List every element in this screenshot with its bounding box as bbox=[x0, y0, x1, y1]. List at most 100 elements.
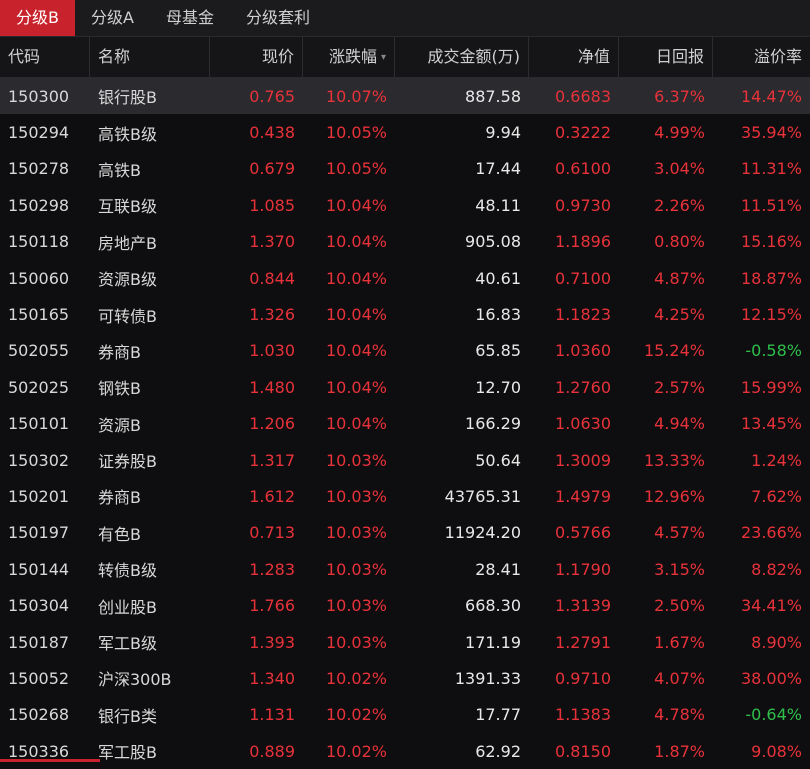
cell-name: 券商B bbox=[90, 339, 210, 363]
cell-code: 150294 bbox=[0, 123, 90, 142]
cell-nav: 1.1896 bbox=[529, 232, 619, 251]
cell-premium: 15.16% bbox=[713, 232, 810, 251]
table-row[interactable]: 502025钢铁B1.48010.04%12.701.27602.57%15.9… bbox=[0, 369, 810, 405]
col-header-turnover[interactable]: 成交金额(万) bbox=[395, 37, 529, 77]
table-row[interactable]: 502055券商B1.03010.04%65.851.036015.24%-0.… bbox=[0, 333, 810, 369]
cell-daily-return: 0.80% bbox=[619, 232, 713, 251]
cell-price: 1.326 bbox=[210, 305, 303, 324]
cell-change-pct: 10.04% bbox=[303, 196, 395, 215]
cell-daily-return: 1.67% bbox=[619, 633, 713, 652]
table-row[interactable]: 150298互联B级1.08510.04%48.110.97302.26%11.… bbox=[0, 187, 810, 223]
tab-mother-fund[interactable]: 母基金 bbox=[150, 0, 230, 36]
tab-fenji-arbitrage[interactable]: 分级套利 bbox=[230, 0, 326, 36]
cell-name: 互联B级 bbox=[90, 193, 210, 217]
cell-turnover: 905.08 bbox=[395, 232, 529, 251]
cell-code: 150165 bbox=[0, 305, 90, 324]
cell-change-pct: 10.02% bbox=[303, 742, 395, 761]
table-row[interactable]: 150101资源B1.20610.04%166.291.06304.94%13.… bbox=[0, 406, 810, 442]
table-row[interactable]: 150144转债B级1.28310.03%28.411.17903.15%8.8… bbox=[0, 551, 810, 587]
cell-code: 150101 bbox=[0, 414, 90, 433]
cell-nav: 1.2760 bbox=[529, 378, 619, 397]
table-row[interactable]: 150304创业股B1.76610.03%668.301.31392.50%34… bbox=[0, 587, 810, 623]
cell-code: 150197 bbox=[0, 523, 90, 542]
cell-daily-return: 4.25% bbox=[619, 305, 713, 324]
col-header-name[interactable]: 名称 bbox=[90, 37, 210, 77]
cell-premium: 13.45% bbox=[713, 414, 810, 433]
cell-name: 转债B级 bbox=[90, 557, 210, 581]
table-row[interactable]: 150201券商B1.61210.03%43765.311.497912.96%… bbox=[0, 478, 810, 514]
cell-code: 502055 bbox=[0, 341, 90, 360]
cell-price: 1.030 bbox=[210, 341, 303, 360]
cell-name: 钢铁B bbox=[90, 375, 210, 399]
table-row[interactable]: 150052沪深300B1.34010.02%1391.330.97104.07… bbox=[0, 660, 810, 696]
cell-price: 1.206 bbox=[210, 414, 303, 433]
cell-change-pct: 10.03% bbox=[303, 596, 395, 615]
table-row[interactable]: 150118房地产B1.37010.04%905.081.18960.80%15… bbox=[0, 224, 810, 260]
cell-change-pct: 10.04% bbox=[303, 269, 395, 288]
cell-name: 高铁B级 bbox=[90, 121, 210, 145]
cell-turnover: 887.58 bbox=[395, 87, 529, 106]
cell-daily-return: 4.87% bbox=[619, 269, 713, 288]
cell-code: 150302 bbox=[0, 451, 90, 470]
cell-turnover: 43765.31 bbox=[395, 487, 529, 506]
cell-premium: 15.99% bbox=[713, 378, 810, 397]
col-header-premium[interactable]: 溢价率 bbox=[713, 37, 810, 77]
cell-change-pct: 10.04% bbox=[303, 341, 395, 360]
cell-name: 可转债B bbox=[90, 303, 210, 327]
cell-nav: 0.6683 bbox=[529, 87, 619, 106]
cell-turnover: 9.94 bbox=[395, 123, 529, 142]
cell-change-pct: 10.03% bbox=[303, 451, 395, 470]
cell-price: 1.393 bbox=[210, 633, 303, 652]
cell-code: 150144 bbox=[0, 560, 90, 579]
col-header-daily-return[interactable]: 日回报 bbox=[619, 37, 713, 77]
cell-premium: 18.87% bbox=[713, 269, 810, 288]
cell-code: 150201 bbox=[0, 487, 90, 506]
cell-price: 0.765 bbox=[210, 87, 303, 106]
cell-nav: 0.3222 bbox=[529, 123, 619, 142]
table-row[interactable]: 150302证券股B1.31710.03%50.641.300913.33%1.… bbox=[0, 442, 810, 478]
table-row[interactable]: 150060资源B级0.84410.04%40.610.71004.87%18.… bbox=[0, 260, 810, 296]
cell-turnover: 40.61 bbox=[395, 269, 529, 288]
cell-nav: 1.4979 bbox=[529, 487, 619, 506]
col-header-code[interactable]: 代码 bbox=[0, 37, 90, 77]
cell-change-pct: 10.07% bbox=[303, 87, 395, 106]
cell-turnover: 17.44 bbox=[395, 159, 529, 178]
cell-nav: 0.9710 bbox=[529, 669, 619, 688]
table-row[interactable]: 150278高铁B0.67910.05%17.440.61003.04%11.3… bbox=[0, 151, 810, 187]
cell-daily-return: 4.94% bbox=[619, 414, 713, 433]
cell-nav: 1.2791 bbox=[529, 633, 619, 652]
tab-fenji-a[interactable]: 分级A bbox=[75, 0, 150, 36]
table-row[interactable]: 150165可转债B1.32610.04%16.831.18234.25%12.… bbox=[0, 296, 810, 332]
col-header-change-pct[interactable]: 涨跌幅▾ bbox=[303, 37, 395, 77]
table-row[interactable]: 150187军工B级1.39310.03%171.191.27911.67%8.… bbox=[0, 624, 810, 660]
cell-price: 1.340 bbox=[210, 669, 303, 688]
col-header-price[interactable]: 现价 bbox=[210, 37, 303, 77]
cell-daily-return: 3.04% bbox=[619, 159, 713, 178]
cell-premium: 11.31% bbox=[713, 159, 810, 178]
col-header-nav[interactable]: 净值 bbox=[529, 37, 619, 77]
tab-fenji-b[interactable]: 分级B bbox=[0, 0, 75, 36]
cell-code: 150336 bbox=[0, 742, 90, 761]
fund-table-body: 150300银行股B0.76510.07%887.580.66836.37%14… bbox=[0, 78, 810, 769]
table-row[interactable]: 150336军工股B0.88910.02%62.920.81501.87%9.0… bbox=[0, 733, 810, 769]
cell-daily-return: 15.24% bbox=[619, 341, 713, 360]
cell-name: 军工股B bbox=[90, 739, 210, 763]
table-row[interactable]: 150197有色B0.71310.03%11924.200.57664.57%2… bbox=[0, 515, 810, 551]
cell-nav: 1.0630 bbox=[529, 414, 619, 433]
cell-price: 1.283 bbox=[210, 560, 303, 579]
cell-nav: 0.7100 bbox=[529, 269, 619, 288]
cell-change-pct: 10.04% bbox=[303, 305, 395, 324]
cell-code: 150187 bbox=[0, 633, 90, 652]
cell-name: 沪深300B bbox=[90, 666, 210, 690]
cell-premium: 1.24% bbox=[713, 451, 810, 470]
cell-code: 150298 bbox=[0, 196, 90, 215]
cell-nav: 1.1383 bbox=[529, 705, 619, 724]
cell-change-pct: 10.05% bbox=[303, 123, 395, 142]
cell-name: 高铁B bbox=[90, 157, 210, 181]
table-row[interactable]: 150268银行B类1.13110.02%17.771.13834.78%-0.… bbox=[0, 697, 810, 733]
cell-nav: 0.9730 bbox=[529, 196, 619, 215]
col-header-change-pct-label: 涨跌幅 bbox=[329, 47, 377, 66]
cell-name: 证券股B bbox=[90, 448, 210, 472]
table-row[interactable]: 150294高铁B级0.43810.05%9.940.32224.99%35.9… bbox=[0, 114, 810, 150]
table-row[interactable]: 150300银行股B0.76510.07%887.580.66836.37%14… bbox=[0, 78, 810, 114]
